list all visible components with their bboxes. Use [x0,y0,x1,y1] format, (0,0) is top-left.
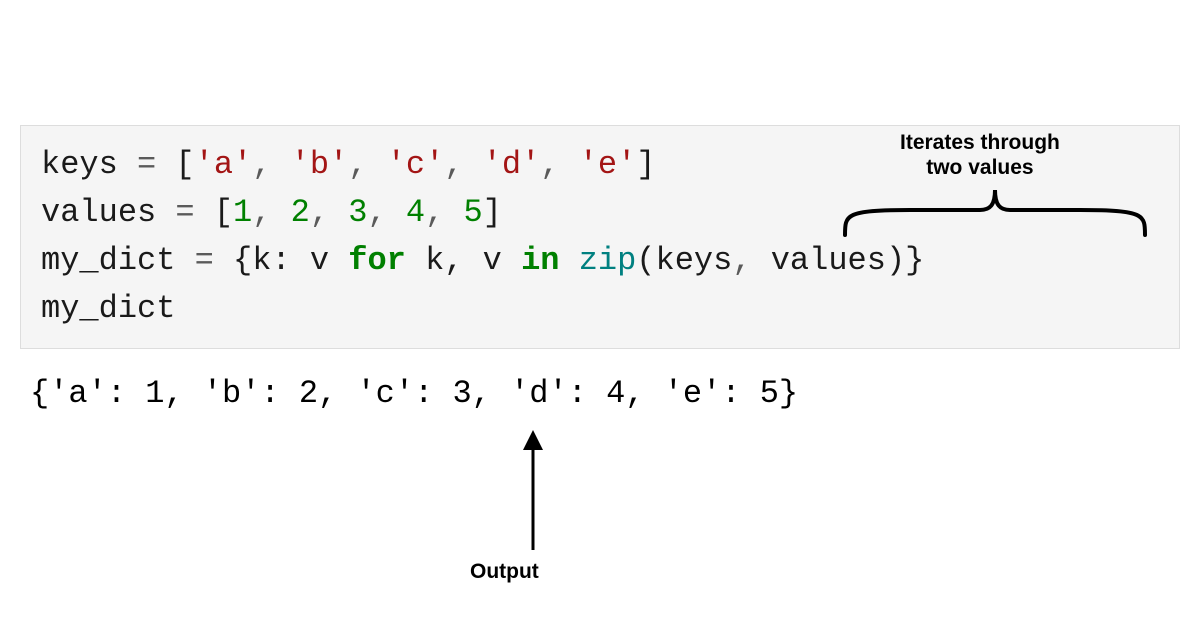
code-func: zip [579,242,637,279]
code-num: 4 [406,194,425,231]
code-str: 'd' [483,146,541,183]
code-keyword: in [521,242,559,279]
code-arg: keys [656,242,733,279]
code-brace: } [905,242,924,279]
code-comma: , [540,146,578,183]
code-var: values [41,194,156,231]
code-brace: { [233,242,252,279]
code-var: my_dict [41,290,175,327]
brace-icon [840,180,1150,240]
code-op: = [118,146,176,183]
code-bracket: ] [483,194,502,231]
code-str: 'e' [579,146,637,183]
code-comma: , [252,146,290,183]
code-arg: values [771,242,886,279]
code-num: 3 [348,194,367,231]
code-comma: , [732,242,770,279]
code-bracket: ] [636,146,655,183]
code-comma: , [252,194,290,231]
code-var: k [252,242,271,279]
code-space [559,242,578,279]
code-comma: , [310,194,348,231]
code-paren: ( [636,242,655,279]
code-var: my_dict [41,242,175,279]
code-str: 'c' [387,146,445,183]
code-op: = [175,242,233,279]
code-bracket: [ [214,194,233,231]
code-num: 5 [463,194,482,231]
annotation-output: Output [470,560,539,584]
arrow-up-icon [518,430,548,555]
code-num: 1 [233,194,252,231]
code-comma: , [425,194,463,231]
output-text: {'a': 1, 'b': 2, 'c': 3, 'd': 4, 'e': 5} [30,375,798,412]
code-colon: : [271,242,309,279]
code-comma: , [444,146,482,183]
code-str: 'b' [291,146,349,183]
code-var: v [310,242,348,279]
code-op: = [156,194,214,231]
code-var: k, v [406,242,521,279]
code-comma: , [348,146,386,183]
code-str: 'a' [195,146,253,183]
code-bracket: [ [175,146,194,183]
code-var: keys [41,146,118,183]
code-comma: , [367,194,405,231]
annotation-iterates: Iterates through two values [900,130,1060,180]
code-paren: ) [886,242,905,279]
code-keyword: for [348,242,406,279]
code-num: 2 [291,194,310,231]
